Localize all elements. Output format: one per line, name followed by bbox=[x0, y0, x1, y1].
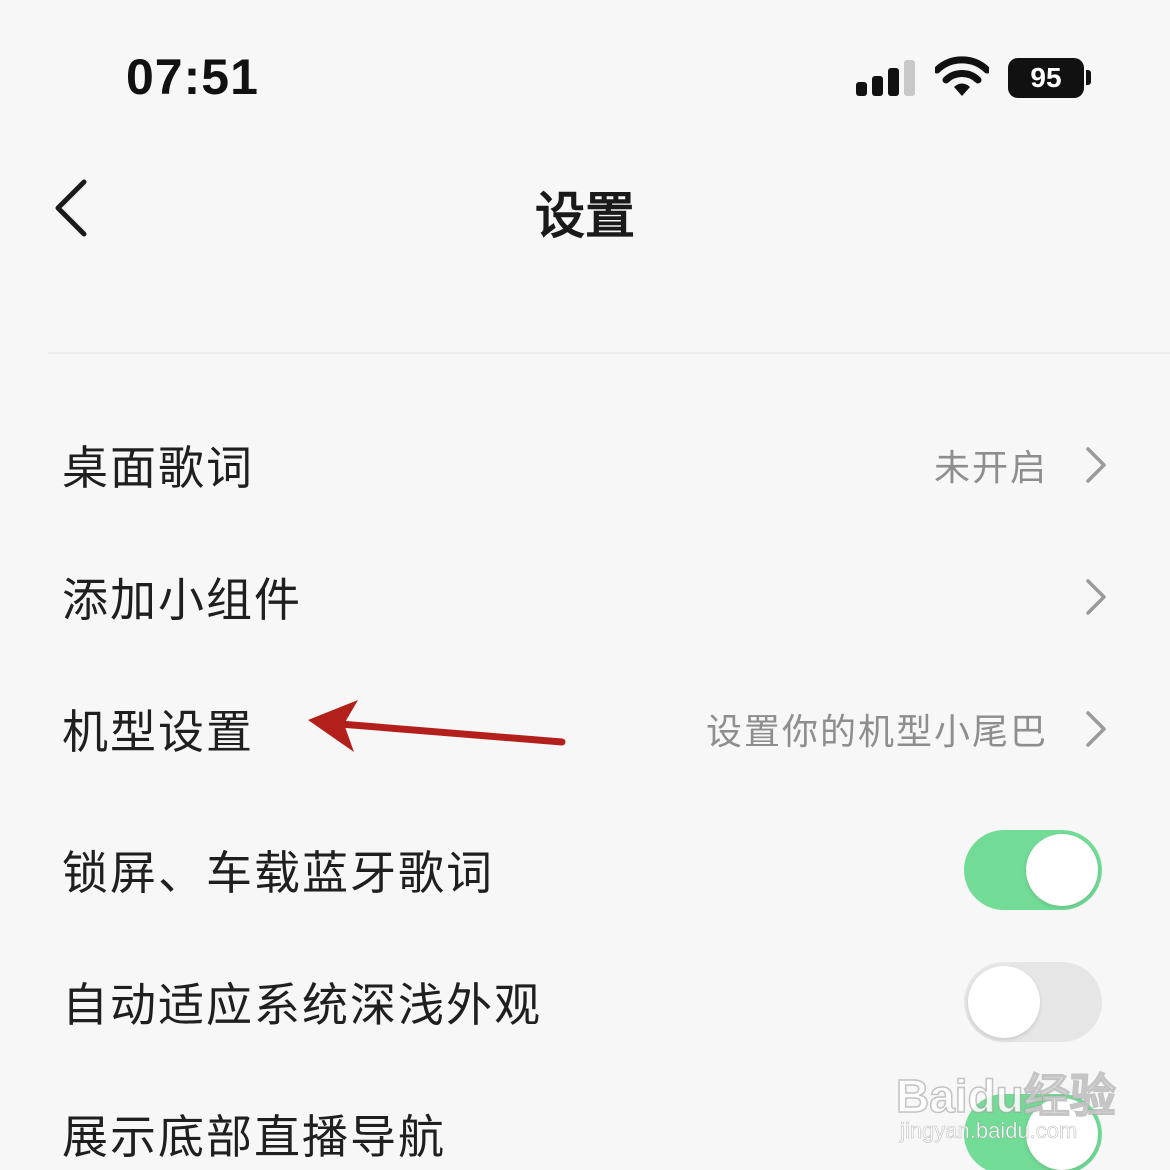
row-label: 自动适应系统深浅外观 bbox=[62, 978, 542, 1032]
settings-screen: 07:51 95 设置 桌面歌词 未开启 添加小组件 机型设置 设置你的机型小尾… bbox=[0, 0, 1170, 1170]
red-arrow-icon bbox=[308, 700, 566, 752]
wifi-icon bbox=[935, 56, 989, 96]
row-add-widget[interactable]: 添加小组件 bbox=[0, 537, 1170, 657]
battery-nub bbox=[1086, 70, 1091, 85]
row-lockscreen-lyrics: 锁屏、车载蓝牙歌词 bbox=[0, 810, 1170, 930]
toggle-switch[interactable] bbox=[964, 962, 1102, 1042]
row-label: 桌面歌词 bbox=[62, 441, 254, 495]
row-auto-appearance: 自动适应系统深浅外观 bbox=[0, 942, 1170, 1062]
row-desktop-lyrics[interactable]: 桌面歌词 未开启 bbox=[0, 405, 1170, 525]
row-value: 未开启 bbox=[933, 448, 1048, 489]
battery-icon: 95 bbox=[1008, 58, 1084, 98]
toggle-knob bbox=[1026, 834, 1098, 906]
toggle-switch[interactable] bbox=[964, 830, 1102, 910]
page-title: 设置 bbox=[535, 187, 635, 245]
toggle-switch[interactable] bbox=[964, 1094, 1102, 1170]
chevron-right-icon bbox=[1086, 447, 1106, 483]
row-live-nav: 展示底部直播导航 bbox=[0, 1074, 1170, 1170]
row-label: 机型设置 bbox=[62, 705, 254, 759]
chevron-right-icon bbox=[1086, 579, 1106, 615]
row-label: 添加小组件 bbox=[62, 573, 302, 627]
header-divider bbox=[48, 352, 1170, 354]
signal-icon bbox=[856, 58, 916, 96]
toggle-knob bbox=[1026, 1098, 1098, 1170]
toggle-knob bbox=[968, 966, 1040, 1038]
row-device-model[interactable]: 机型设置 设置你的机型小尾巴 bbox=[0, 669, 1170, 789]
row-label: 锁屏、车载蓝牙歌词 bbox=[62, 846, 494, 900]
row-value: 设置你的机型小尾巴 bbox=[705, 712, 1048, 753]
chevron-right-icon bbox=[1086, 711, 1106, 747]
battery-level: 95 bbox=[1030, 62, 1062, 93]
status-time: 07:51 bbox=[126, 49, 259, 105]
row-label: 展示底部直播导航 bbox=[62, 1110, 446, 1164]
